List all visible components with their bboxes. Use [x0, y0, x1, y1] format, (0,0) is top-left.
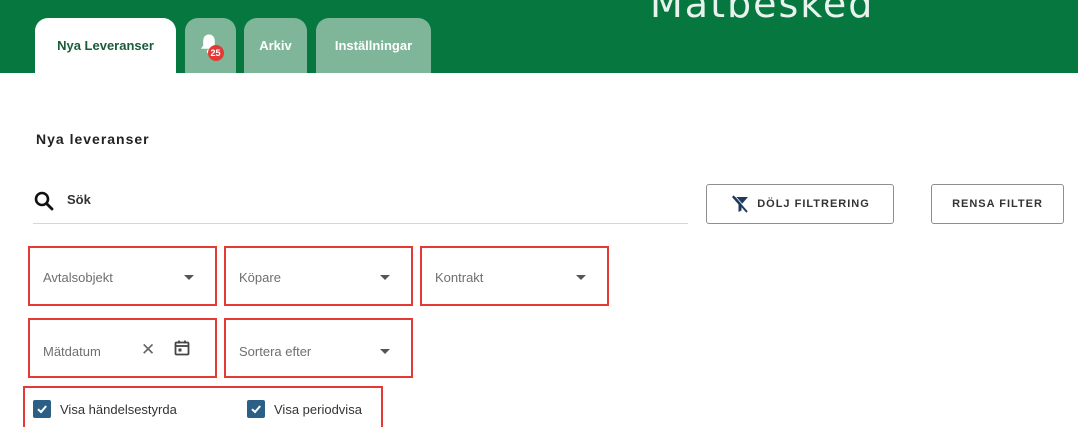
search-icon — [34, 191, 54, 211]
calendar-icon[interactable] — [173, 339, 191, 357]
visa-periodvisa-checkbox[interactable]: Visa periodvisa — [247, 400, 362, 418]
tab-label: Inställningar — [334, 38, 413, 53]
select-label: Sortera efter — [239, 344, 312, 359]
chevron-down-icon — [380, 275, 390, 280]
checkbox-checked-icon — [33, 400, 51, 418]
tab-label: Nya Leveranser — [57, 38, 154, 53]
avtalsobjekt-select[interactable]: Avtalsobjekt — [28, 246, 217, 306]
checkbox-label: Visa periodvisa — [274, 401, 362, 417]
page-title: Nya leveranser — [36, 131, 150, 147]
tab-notifications[interactable]: 25 — [185, 18, 236, 73]
filter-off-icon — [732, 194, 749, 213]
date-label: Mätdatum — [43, 344, 101, 359]
notification-badge: 25 — [207, 44, 224, 61]
matdatum-date-field[interactable]: Mätdatum ✕ — [28, 318, 217, 378]
bell-icon: 25 — [199, 33, 224, 61]
checkbox-checked-icon — [247, 400, 265, 418]
clear-icon[interactable]: ✕ — [141, 340, 155, 360]
brand-title: Mätbesked — [650, 0, 875, 26]
tab-label: Arkiv — [259, 38, 292, 53]
visa-handelsestyrda-checkbox[interactable]: Visa händelsestyrda — [33, 400, 177, 418]
kontrakt-select[interactable]: Kontrakt — [420, 246, 609, 306]
hide-filter-label: DÖLJ FILTRERING — [757, 198, 870, 210]
search-bar — [33, 188, 688, 224]
tab-arkiv[interactable]: Arkiv — [244, 18, 307, 73]
app-header: Mätbesked Nya Leveranser 25 Arkiv Instäl… — [0, 0, 1078, 73]
select-label: Kontrakt — [435, 270, 484, 285]
tab-installningar[interactable]: Inställningar — [316, 18, 431, 73]
chevron-down-icon — [576, 275, 586, 280]
tab-nya-leveranser[interactable]: Nya Leveranser — [35, 18, 176, 73]
chevron-down-icon — [380, 349, 390, 354]
sortera-select[interactable]: Sortera efter — [224, 318, 413, 378]
search-input[interactable] — [67, 192, 567, 207]
hide-filter-button[interactable]: DÖLJ FILTRERING — [706, 184, 894, 224]
chevron-down-icon — [184, 275, 194, 280]
checkbox-group: Visa händelsestyrda Visa periodvisa — [23, 386, 383, 427]
kopare-select[interactable]: Köpare — [224, 246, 413, 306]
checkbox-label: Visa händelsestyrda — [60, 401, 177, 417]
clear-filter-button[interactable]: RENSA FILTER — [931, 184, 1064, 224]
select-label: Avtalsobjekt — [43, 270, 113, 285]
select-label: Köpare — [239, 270, 281, 285]
clear-filter-label: RENSA FILTER — [952, 198, 1043, 210]
